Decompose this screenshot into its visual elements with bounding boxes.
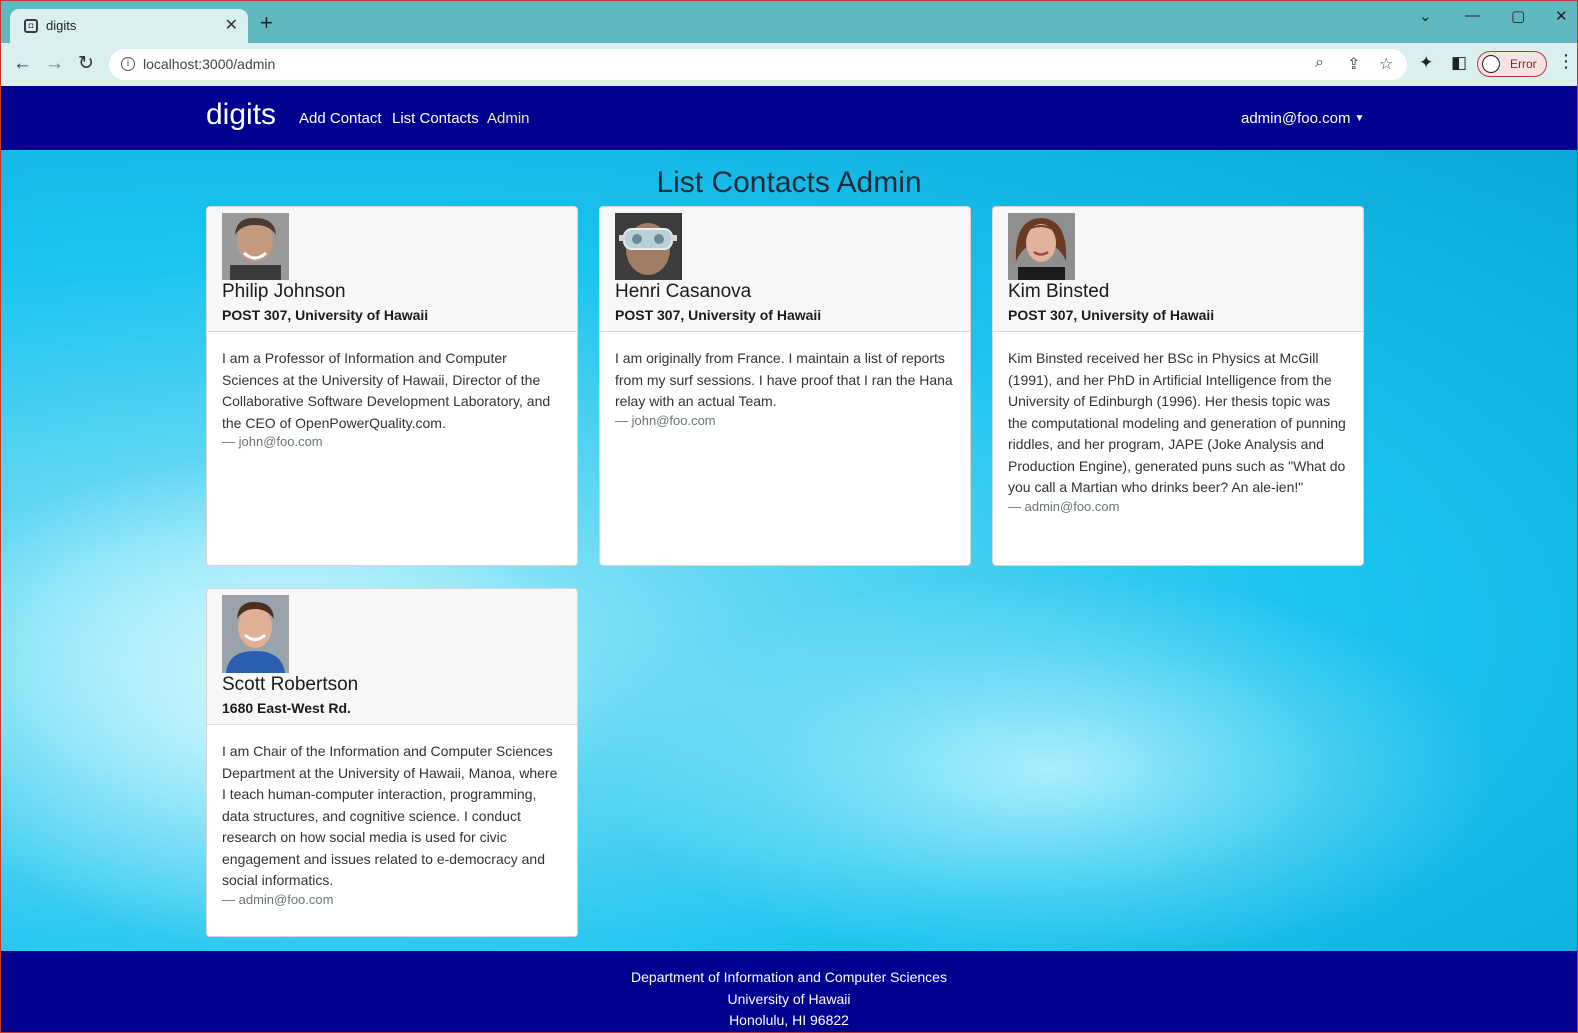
user-email: admin@foo.com (1241, 110, 1351, 127)
back-icon[interactable]: ← (13, 53, 32, 75)
contact-address: POST 307, University of Hawaii (222, 307, 429, 323)
tab-strip: ◘ digits ✕ + ⌄ — ▢ ✕ (1, 1, 1577, 45)
browser-tab[interactable]: ◘ digits ✕ (10, 9, 248, 45)
favicon-icon: ◘ (24, 19, 38, 33)
contact-name: Kim Binsted (1008, 281, 1110, 302)
contact-owner: — admin@foo.com (1008, 498, 1120, 514)
contact-owner: — john@foo.com (615, 412, 716, 428)
extensions-icon[interactable]: ✦ (1419, 53, 1433, 73)
profile-error-label: Error (1510, 57, 1537, 71)
contact-card: Kim Binsted POST 307, University of Hawa… (992, 206, 1364, 566)
profile-avatar-icon (1482, 55, 1500, 73)
reload-icon[interactable]: ↻ (78, 53, 94, 75)
user-dropdown[interactable]: admin@foo.com ▼ (1241, 110, 1364, 127)
card-body: Kim Binsted received her BSc in Physics … (993, 332, 1363, 524)
card-header: Kim Binsted POST 307, University of Hawa… (993, 207, 1363, 332)
contact-name: Philip Johnson (222, 281, 346, 302)
background-glow (601, 570, 1501, 951)
contact-name: Scott Robertson (222, 674, 359, 695)
page-title: List Contacts Admin (656, 166, 922, 199)
contact-description: Kim Binsted received her BSc in Physics … (1008, 350, 1346, 495)
contact-photo (1008, 213, 1075, 280)
card-body: I am Chair of the Information and Comput… (207, 725, 577, 917)
footer-department: Department of Information and Computer S… (631, 969, 947, 985)
nav-admin[interactable]: Admin (487, 110, 530, 127)
nav-add-contact[interactable]: Add Contact (299, 110, 382, 127)
nav-list-contacts[interactable]: List Contacts (392, 110, 479, 127)
share-icon[interactable]: ⇪ (1347, 54, 1360, 74)
contact-address: POST 307, University of Hawaii (615, 307, 822, 323)
browser-toolbar: ← → ↻ i localhost:3000/admin ⌕ ⇪ ☆ ✦ ◧ E… (1, 43, 1577, 87)
close-window-icon[interactable]: ✕ (1555, 7, 1568, 25)
contact-owner: — john@foo.com (222, 434, 323, 449)
card-header: Henri Casanova POST 307, University of H… (600, 207, 970, 332)
contact-photo (222, 213, 289, 280)
url-text[interactable]: localhost:3000/admin (143, 56, 275, 72)
card-header: Philip Johnson POST 307, University of H… (207, 207, 577, 332)
contact-description: I am Chair of the Information and Comput… (222, 743, 558, 888)
contact-photo (615, 213, 682, 280)
card-body: I am a Professor of Information and Comp… (207, 332, 577, 459)
contact-card: Henri Casanova POST 307, University of H… (599, 206, 971, 566)
caret-down-icon: ▼ (1354, 113, 1365, 124)
card-header: Scott Robertson 1680 East-West Rd. (207, 589, 577, 725)
page-footer: Department of Information and Computer S… (0, 951, 1578, 1033)
card-body: I am originally from France. I maintain … (600, 332, 970, 438)
address-bar[interactable]: i localhost:3000/admin ⌕ ⇪ ☆ (109, 49, 1407, 80)
bookmark-star-icon[interactable]: ☆ (1379, 54, 1393, 74)
new-tab-icon[interactable]: + (260, 12, 273, 34)
contact-card: Philip Johnson POST 307, University of H… (206, 206, 578, 566)
side-panel-icon[interactable]: ◧ (1451, 53, 1467, 73)
brand-logo[interactable]: digits (206, 98, 276, 132)
contact-address: POST 307, University of Hawaii (1008, 307, 1215, 323)
site-info-icon[interactable]: i (121, 57, 135, 71)
maximize-icon[interactable]: ▢ (1511, 7, 1525, 25)
browser-chrome: ◘ digits ✕ + ⌄ — ▢ ✕ ← → ↻ i localhost:3… (0, 0, 1578, 87)
contact-card: Scott Robertson 1680 East-West Rd. I am … (206, 588, 578, 937)
main-content: List Contacts Admin Philip Johnson POST … (0, 150, 1578, 951)
contact-address: 1680 East-West Rd. (222, 700, 351, 716)
footer-university: University of Hawaii (727, 990, 851, 1007)
footer-address: Honolulu, HI 96822 (729, 1012, 849, 1028)
minimize-icon[interactable]: — (1465, 7, 1480, 24)
contact-description: I am a Professor of Information and Comp… (222, 350, 551, 431)
contact-owner: — admin@foo.com (222, 891, 334, 907)
contact-description: I am originally from France. I maintain … (615, 350, 953, 409)
contact-photo (222, 595, 289, 673)
tab-title: digits (46, 18, 77, 33)
contact-name: Henri Casanova (615, 281, 752, 302)
profile-error-button[interactable]: Error (1477, 51, 1547, 77)
forward-icon[interactable]: → (45, 53, 64, 75)
close-tab-icon[interactable]: ✕ (225, 15, 238, 35)
app-navbar: digits Add Contact List Contacts Admin a… (0, 86, 1578, 150)
browser-menu-icon[interactable]: ⋮ (1557, 51, 1575, 72)
tab-search-icon[interactable]: ⌄ (1419, 7, 1432, 25)
zoom-icon[interactable]: ⌕ (1315, 54, 1324, 72)
